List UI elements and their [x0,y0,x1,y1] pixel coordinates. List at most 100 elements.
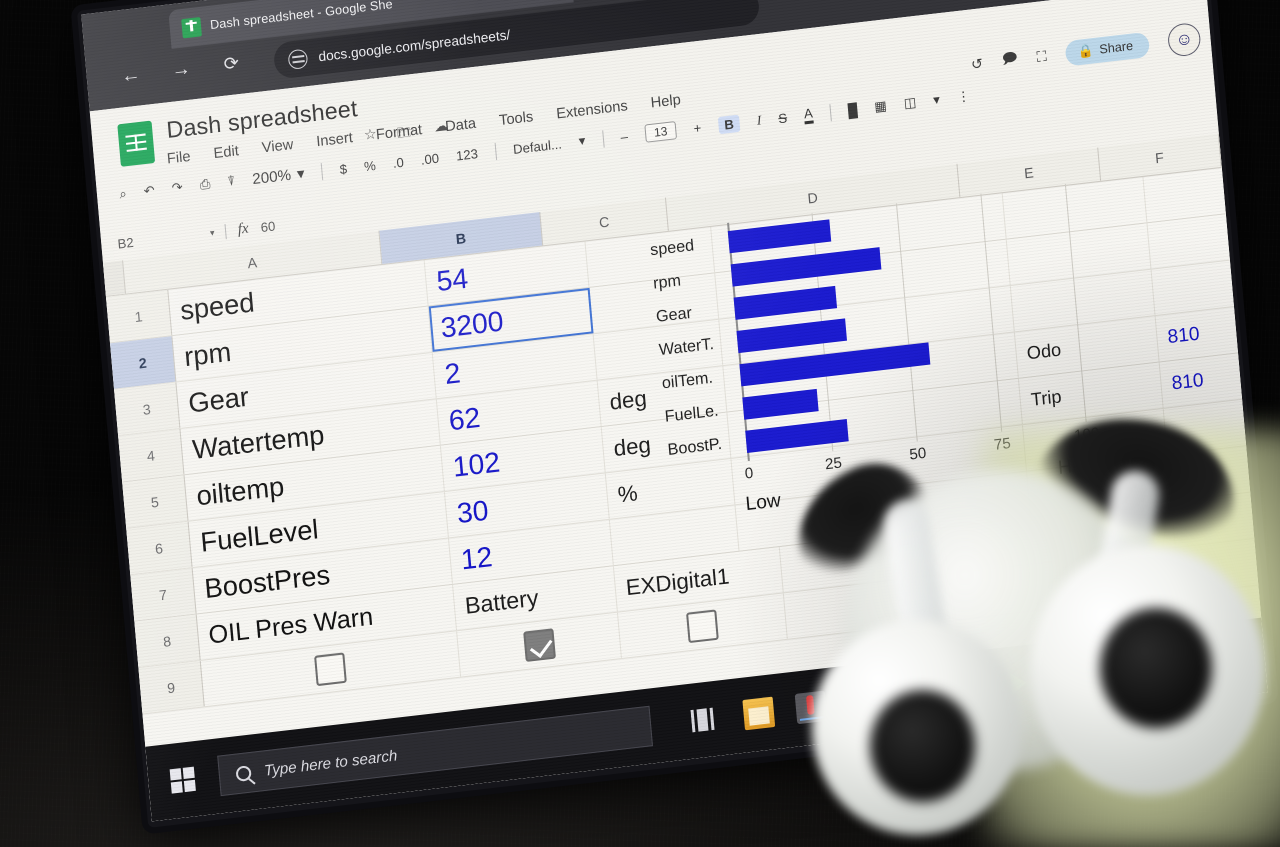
chart-bars: speed rpm Gear [649,185,1092,467]
chart-bar [745,419,848,453]
currency-icon[interactable]: $ [339,161,348,177]
formula-divider [224,224,226,239]
chart-category-label: oilTem. [661,366,741,393]
account-avatar[interactable]: ☺ [1167,22,1202,58]
decimal-decrease-icon[interactable]: .0 [392,154,404,170]
chart-footer-high: High [1057,453,1098,480]
decimal-increase-icon[interactable]: .00 [420,150,439,167]
chart-tick-75: 75 [993,435,1011,454]
reload-icon[interactable]: ⟳ [223,53,240,73]
font-size-increase[interactable]: + [693,120,702,136]
more-toolbar-icon[interactable]: ⋮ [956,88,970,106]
undo-icon[interactable]: ↶ [143,182,155,199]
move-to-folder-icon[interactable]: 🗁 [396,121,416,147]
chevron-down-icon[interactable]: ▾ [933,92,941,109]
checkbox-exdigital1[interactable] [686,609,719,643]
menu-tools[interactable]: Tools [498,109,533,129]
menu-insert[interactable]: Insert [316,130,354,150]
font-size-input[interactable]: 13 [644,121,677,143]
menu-edit[interactable]: Edit [213,143,240,162]
row-header-2[interactable]: 2 [110,336,176,389]
menu-data[interactable]: Data [445,116,477,136]
formula-value[interactable]: 60 [260,218,276,235]
font-size-decrease[interactable]: – [620,128,629,144]
row-header-9[interactable]: 9 [138,661,204,714]
paint-format-icon[interactable]: ⍒ [227,173,236,190]
menu-view[interactable]: View [261,137,294,157]
menu-extensions[interactable]: Extensions [556,98,629,122]
share-label: Share [1099,39,1134,57]
row-header-6[interactable]: 6 [126,522,192,575]
zoom-select[interactable]: 200% ▾ [252,164,306,188]
chart-tick-50: 50 [909,445,927,464]
select-all-corner[interactable] [103,260,126,296]
chart-category-label: Gear [655,299,735,326]
menu-file[interactable]: File [166,149,191,168]
embedded-bar-chart[interactable]: speed rpm Gear [648,179,1099,561]
star-icon[interactable]: ☆ [363,125,378,151]
toolbar-divider [829,104,832,121]
chevron-down-icon[interactable]: ▾ [578,133,586,150]
fx-icon: fx [237,220,249,238]
fill-color-icon[interactable]: █ [847,102,858,118]
bold-button[interactable]: B [718,114,741,134]
file-explorer-icon[interactable] [742,697,775,731]
merge-icon[interactable]: ◫ [903,94,917,112]
print-icon[interactable]: ⎙ [199,176,211,193]
row-header-5[interactable]: 5 [122,475,188,528]
search-icon [235,765,251,782]
lock-icon: 🔒 [1077,43,1094,60]
title-icons: ☆ 🗁 ☁ [363,117,449,151]
row-header-1[interactable]: 1 [106,290,172,343]
row-header-8[interactable]: 8 [134,614,200,667]
snipping-tool-icon[interactable] [795,691,828,725]
chart-category-label: FuelLe. [664,399,744,426]
checkbox-oil-pres-warn[interactable] [314,652,347,686]
share-button[interactable]: 🔒 Share [1065,31,1151,66]
number-format-icon[interactable]: 123 [455,145,478,163]
laptop-screen: Dash spreadsheet - Google She ✕ + ✕ ← → … [81,0,1267,821]
chrome-icon[interactable] [899,678,932,712]
search-icon[interactable]: ⌕ [119,186,128,203]
redo-icon[interactable]: ↷ [171,179,183,196]
toolbar-divider [494,142,497,159]
chart-category-label: WaterT. [658,332,738,359]
checkbox-battery[interactable] [523,628,556,662]
row-header-3[interactable]: 3 [114,383,180,436]
url-text: docs.google.com/spreadsheets/ [318,27,511,64]
italic-button[interactable]: I [756,112,762,129]
chart-tick-100: 100 [1073,425,1100,445]
toolbar-divider [321,162,324,179]
forward-icon[interactable]: → [171,59,192,80]
play-app-icon[interactable] [1004,666,1037,700]
chart-tick-25: 25 [824,454,842,473]
row-header-4[interactable]: 4 [118,429,184,482]
chart-category-label: BoostP. [667,432,747,459]
borders-icon[interactable]: ▦ [874,98,888,116]
percent-icon[interactable]: % [363,157,376,173]
tune-icon[interactable] [287,48,308,69]
text-color-button[interactable]: A [803,105,813,124]
blue-app-icon[interactable] [847,684,880,718]
version-history-icon[interactable]: ↺ [970,54,983,73]
strikethrough-button[interactable]: S [778,110,788,126]
task-view-icon[interactable] [690,703,723,737]
chevron-down-icon: ▾ [296,164,305,183]
sheets-app-icon[interactable] [951,672,984,706]
chart-category-label: speed [649,233,729,260]
font-family-select[interactable]: Defaul... [512,136,562,157]
row-header-7[interactable]: 7 [130,568,196,621]
back-icon[interactable]: ← [120,65,141,86]
search-placeholder: Type here to search [263,747,397,780]
running-indicator [800,716,824,721]
chart-footer-low: Low [745,490,782,516]
chevron-down-icon[interactable]: ▾ [210,227,216,239]
name-box[interactable]: B2 [101,225,211,253]
sheets-icon [181,17,202,38]
comment-icon[interactable]: 🗩 [1001,47,1019,73]
menu-help[interactable]: Help [650,92,681,112]
meet-icon[interactable]: ⛶ [1036,47,1047,65]
cloud-saved-icon[interactable]: ☁ [434,117,450,143]
windows-start-icon[interactable] [170,767,196,794]
running-indicator [904,704,928,709]
